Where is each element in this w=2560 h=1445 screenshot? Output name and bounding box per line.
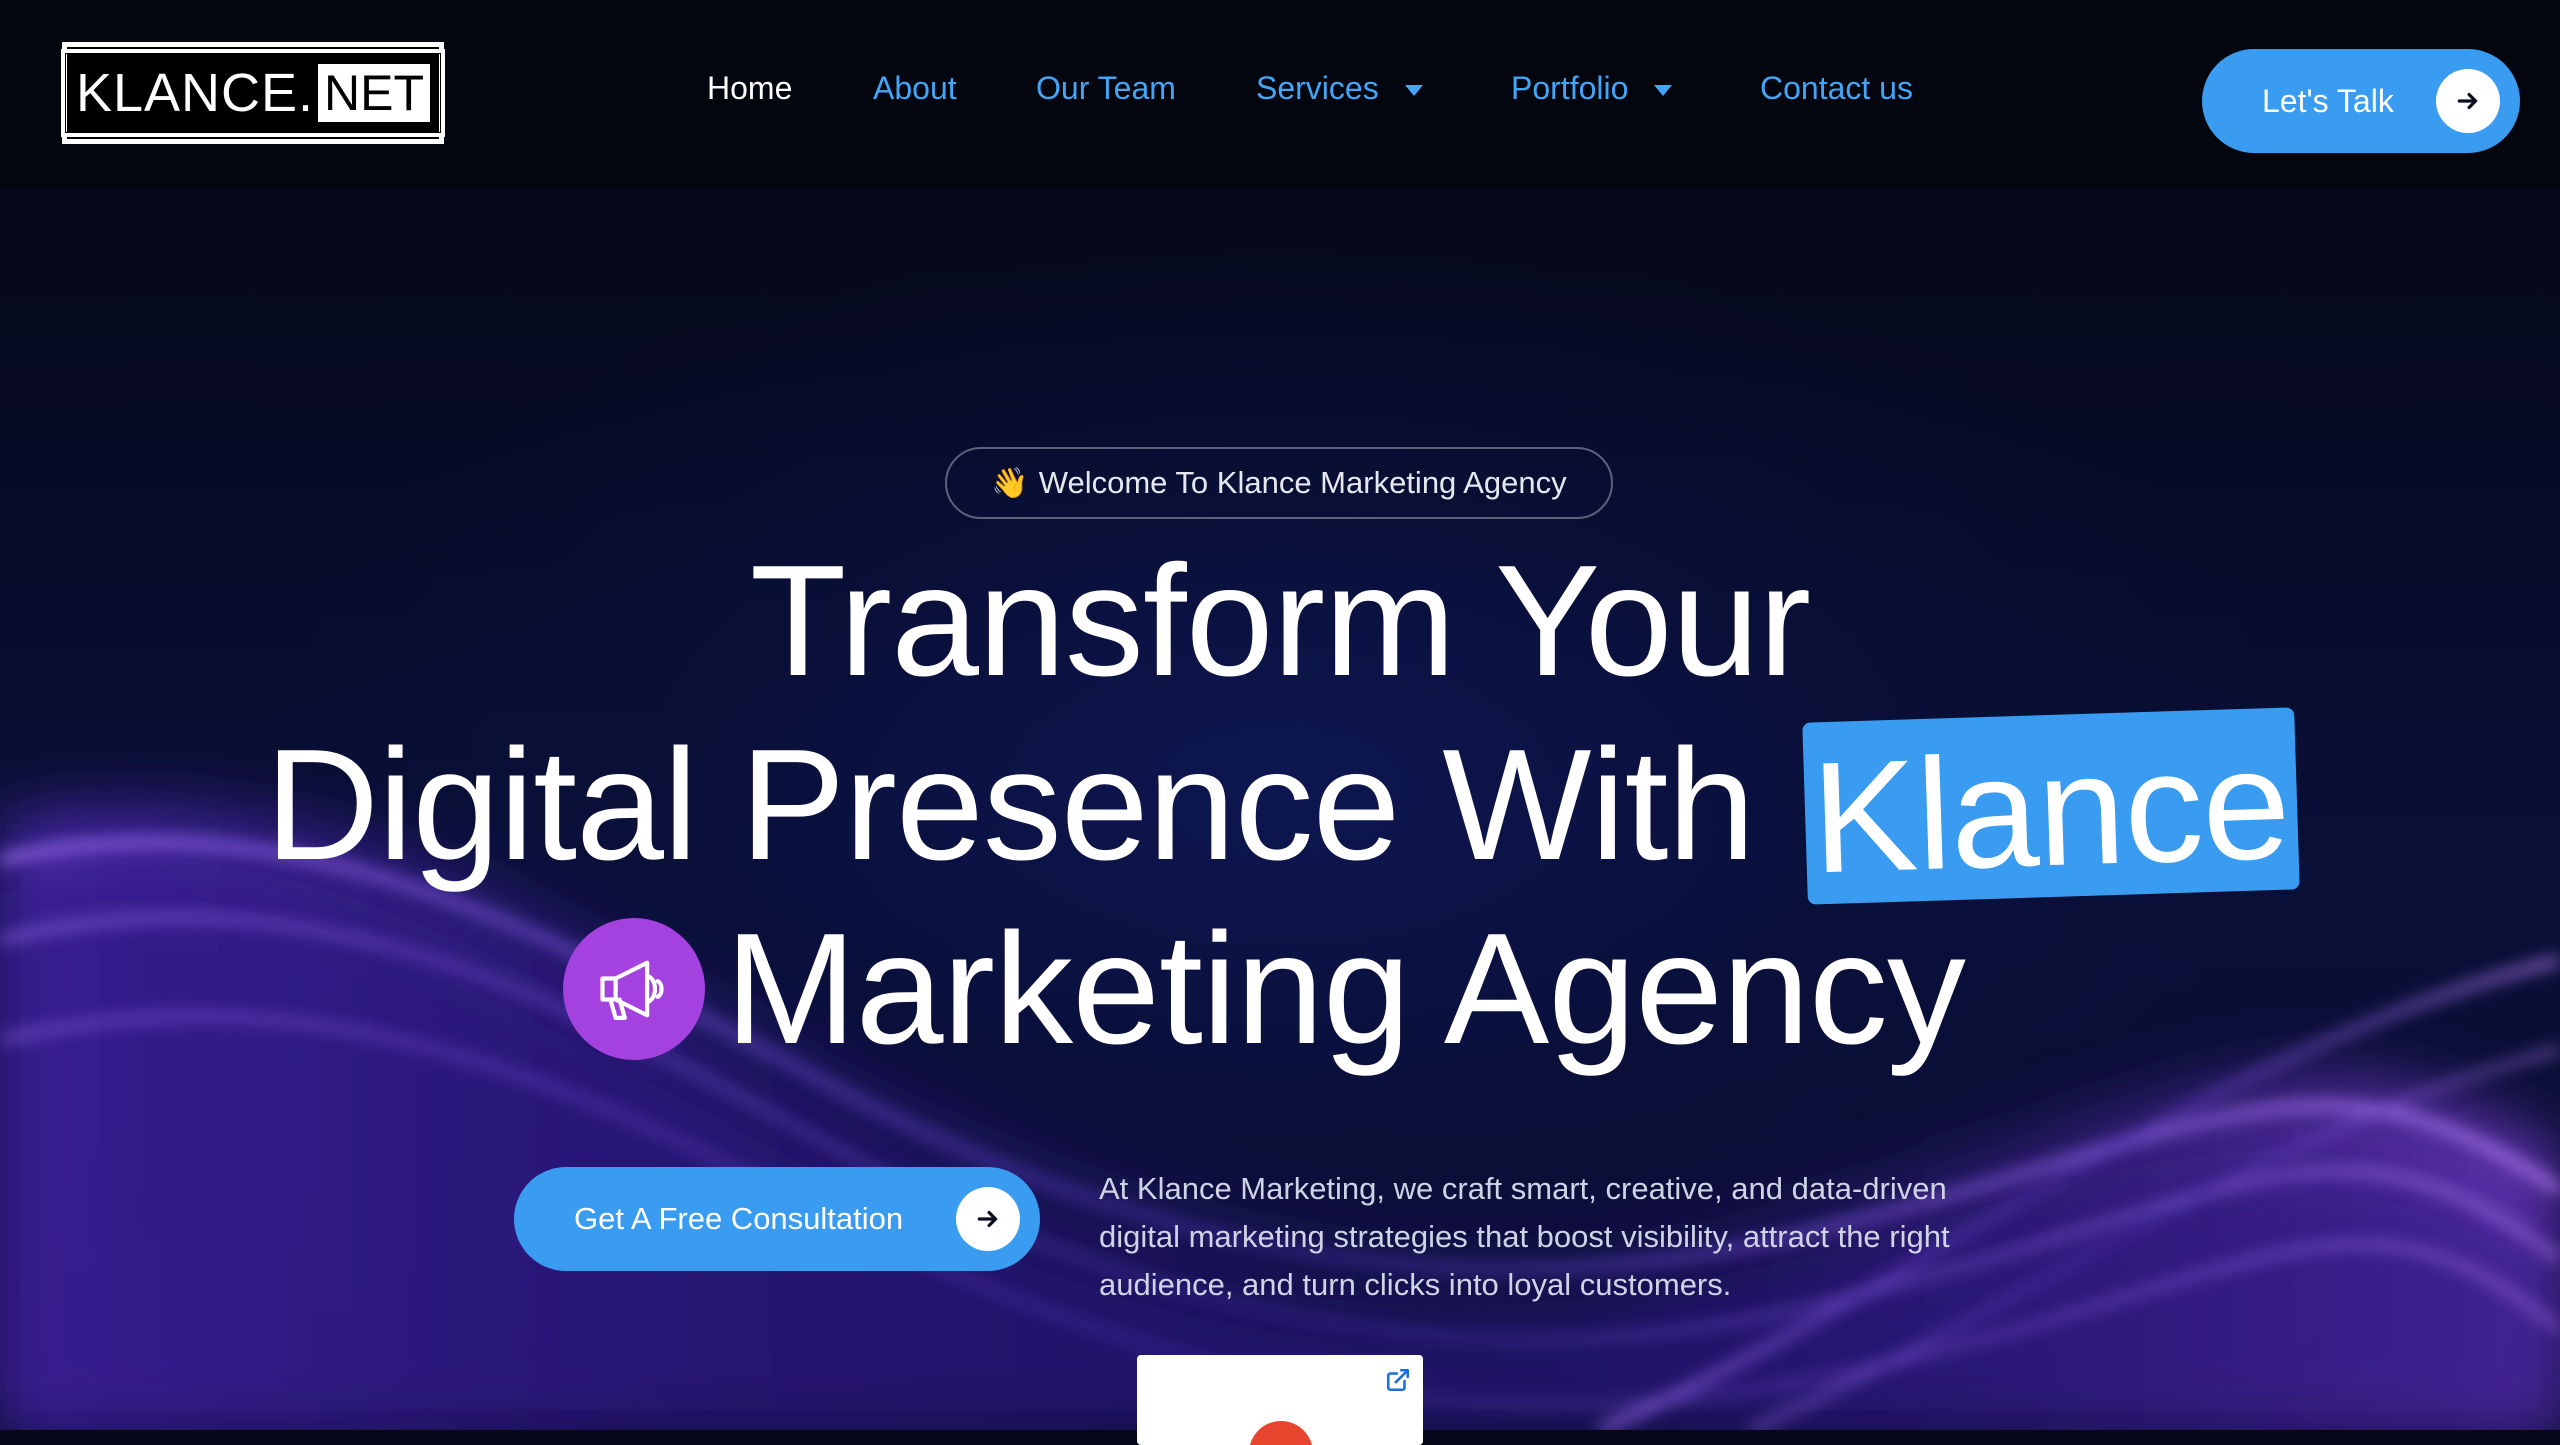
waving-hand-icon: 👋 <box>991 466 1029 500</box>
nav-item-services[interactable]: Services <box>1256 70 1423 107</box>
welcome-text: Welcome To Klance Marketing Agency <box>1038 465 1567 500</box>
logo-text: KLANCE. <box>75 63 315 123</box>
free-consultation-button[interactable]: Get A Free Consultation <box>514 1167 1040 1271</box>
arrow-right-icon <box>956 1187 1020 1251</box>
preview-card[interactable] <box>1137 1355 1423 1445</box>
arrow-right-icon <box>2436 69 2500 133</box>
caret-down-icon <box>1654 85 1673 96</box>
welcome-badge: 👋 Welcome To Klance Marketing Agency <box>945 447 1613 519</box>
free-consultation-label: Get A Free Consultation <box>574 1201 904 1236</box>
megaphone-icon <box>563 918 705 1060</box>
logo-suffix: NET <box>318 64 431 122</box>
headline-highlight: Klance <box>1809 715 2292 907</box>
external-link-icon[interactable] <box>1385 1367 1411 1393</box>
logo-frame: KLANCE. NET <box>60 49 446 137</box>
nav-item-about[interactable]: About <box>873 70 957 107</box>
lets-talk-button[interactable]: Let's Talk <box>2202 49 2520 153</box>
headline-line-3: Marketing Agency <box>725 901 1966 1077</box>
nav-item-portfolio[interactable]: Portfolio <box>1511 70 1673 107</box>
site-header: KLANCE. NET Home About Our Team Services… <box>0 0 2560 186</box>
nav-item-our-team[interactable]: Our Team <box>1036 70 1176 107</box>
card-graphic <box>1249 1421 1313 1445</box>
nav-label: About <box>873 70 957 106</box>
lets-talk-label: Let's Talk <box>2262 82 2394 119</box>
headline-line-1: Transform Your <box>749 533 1811 709</box>
hero-description: At Klance Marketing, we craft smart, cre… <box>1099 1171 1950 1302</box>
nav-label: Portfolio <box>1511 70 1629 106</box>
nav-label: Contact us <box>1760 70 1913 106</box>
nav-label: Services <box>1256 70 1379 106</box>
nav-label: Our Team <box>1036 70 1176 106</box>
klance-logo[interactable]: KLANCE. NET <box>60 42 446 144</box>
nav-item-contact-us[interactable]: Contact us <box>1760 70 1913 107</box>
nav-item-home[interactable]: Home <box>707 70 792 107</box>
nav-label: Home <box>707 70 793 106</box>
headline-line-2: Digital Presence With <box>265 717 1755 893</box>
caret-down-icon <box>1404 85 1423 96</box>
